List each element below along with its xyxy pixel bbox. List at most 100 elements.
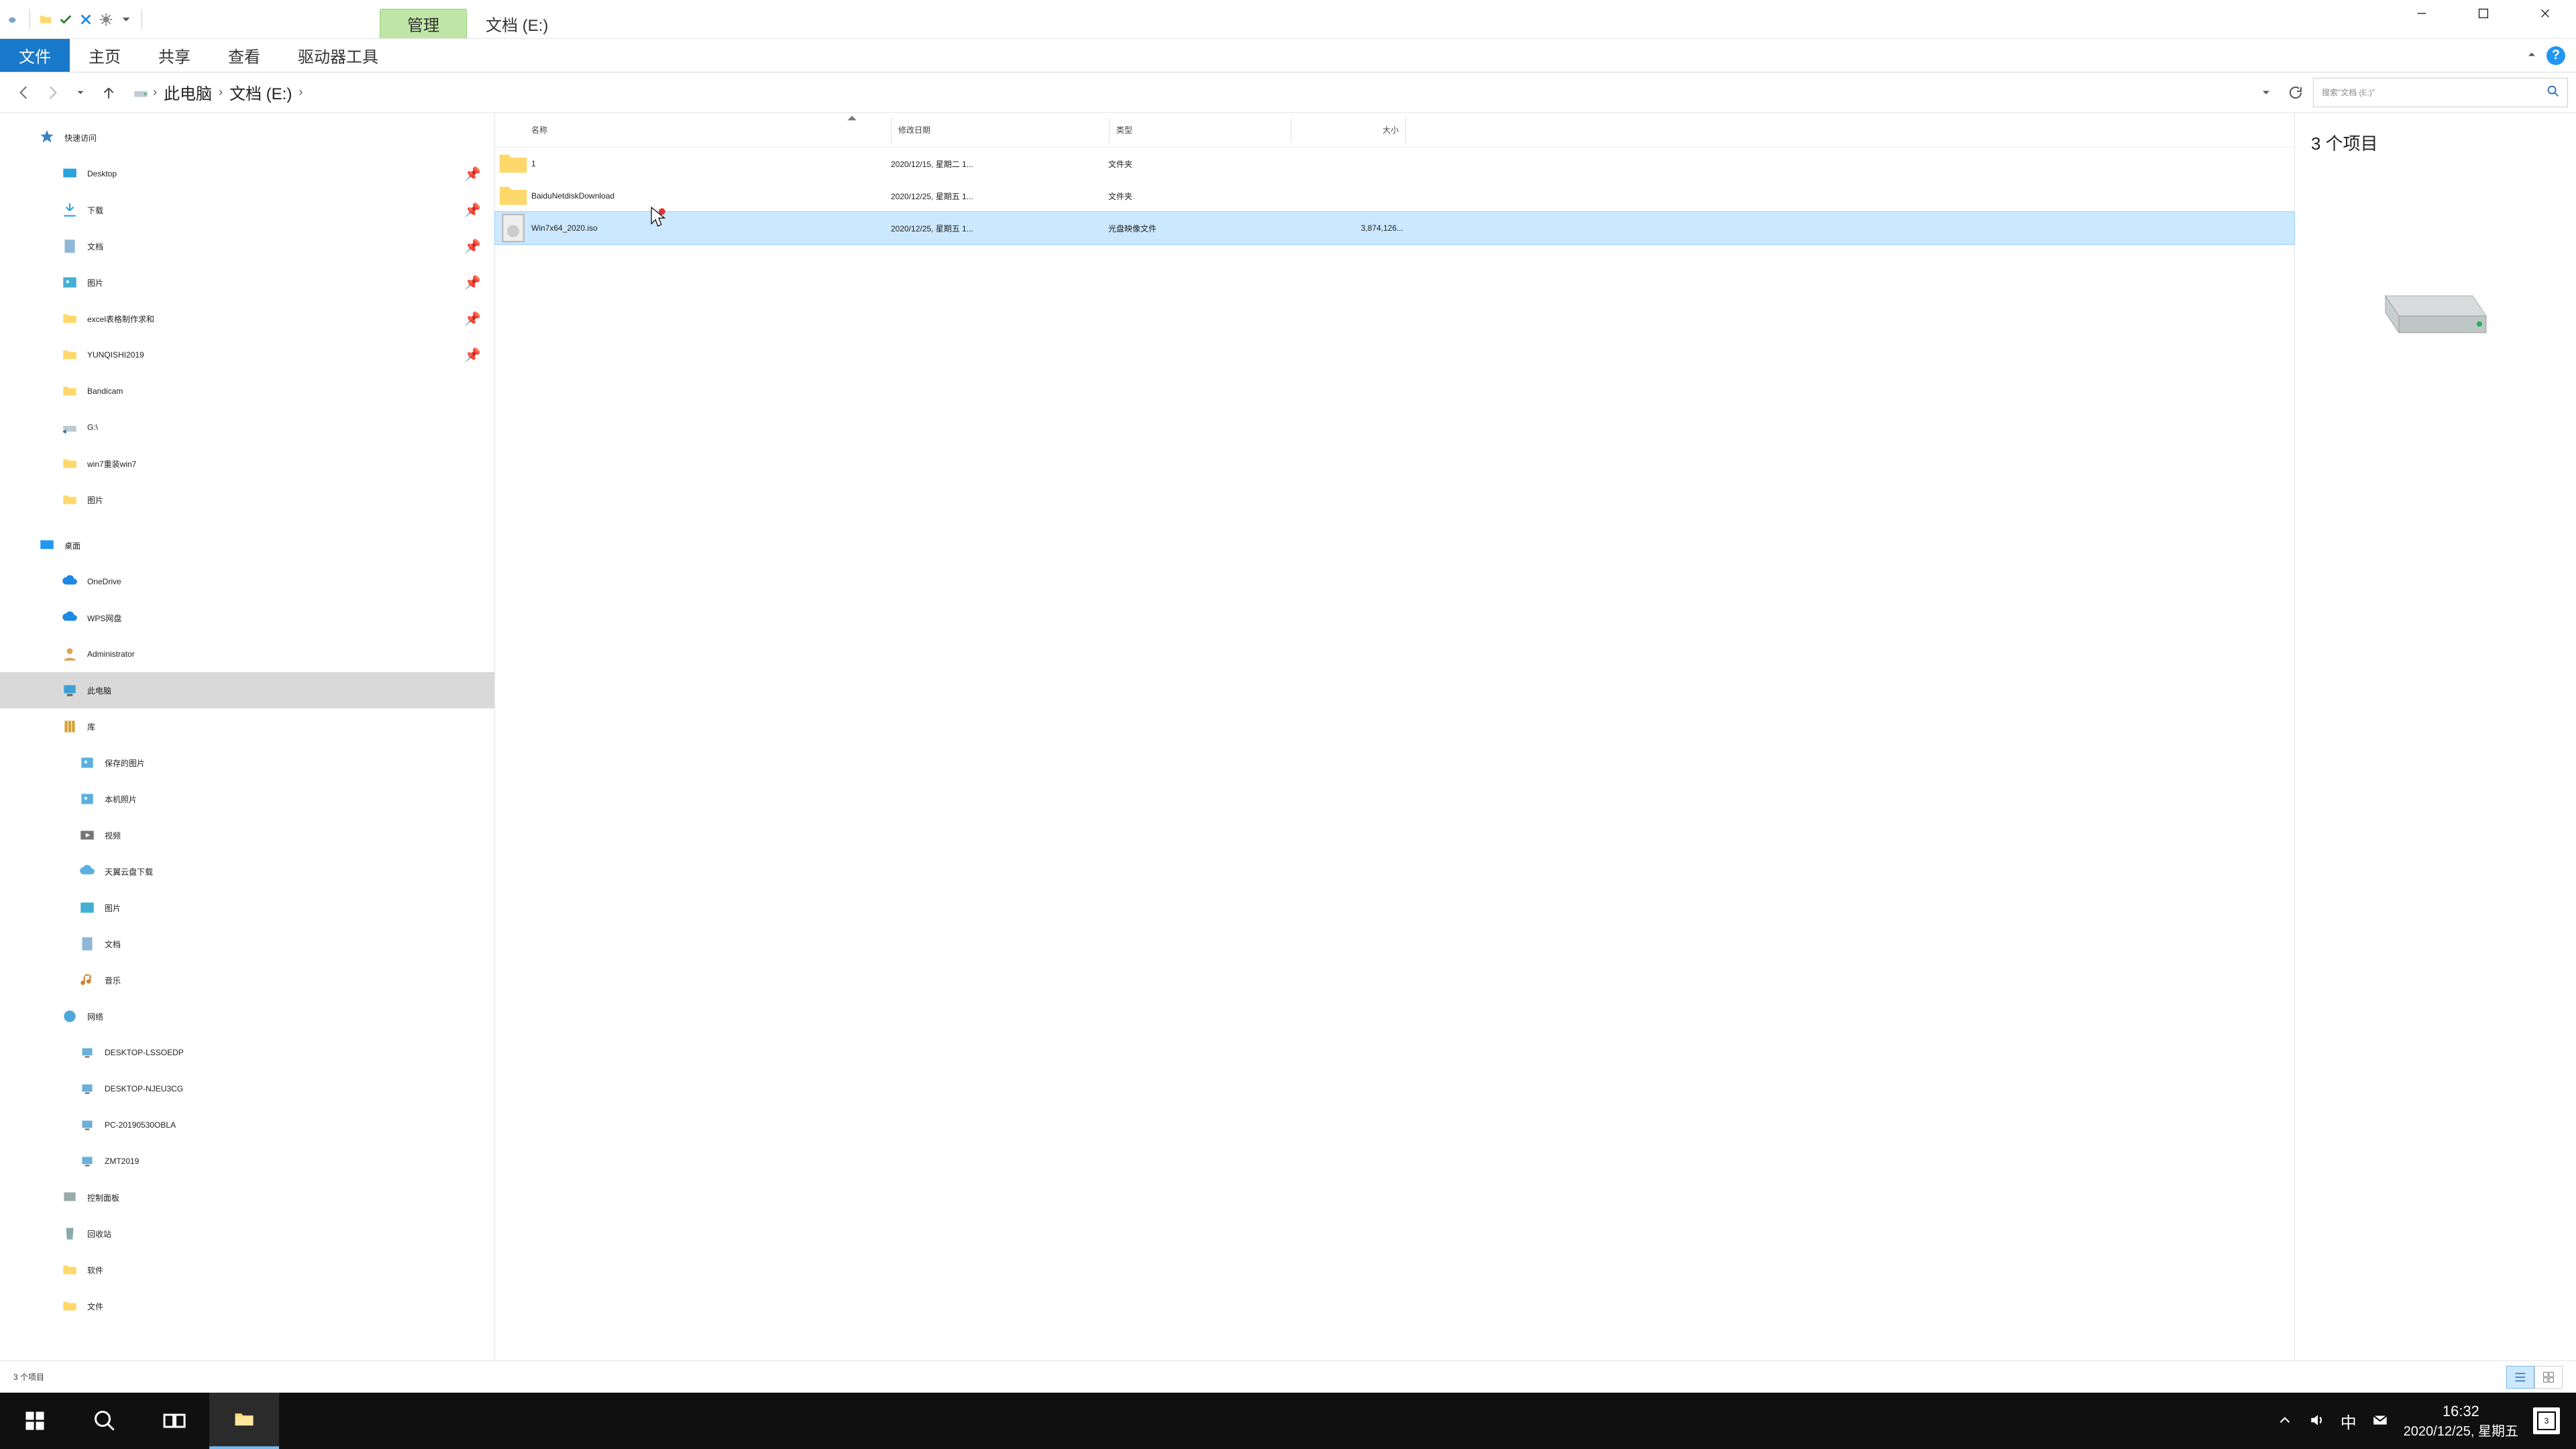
- help-icon[interactable]: ?: [2546, 46, 2565, 65]
- search-input[interactable]: 搜索"文档 (E:)": [2313, 78, 2568, 107]
- tray-chevron-up-icon[interactable]: [2276, 1411, 2294, 1431]
- close-button[interactable]: [2514, 0, 2576, 27]
- nav-qa-item[interactable]: Bandicam: [0, 373, 494, 409]
- nav-item-label: Desktop: [87, 169, 117, 178]
- nav-recycle-bin[interactable]: 回收站: [0, 1216, 494, 1252]
- nav-control-panel[interactable]: 控制面板: [0, 1179, 494, 1216]
- ribbon-tab-file[interactable]: 文件: [0, 39, 70, 72]
- taskbar-explorer[interactable]: [209, 1393, 279, 1449]
- column-header-size[interactable]: 大小: [1291, 124, 1405, 136]
- tray-volume-icon[interactable]: [2308, 1411, 2326, 1431]
- body: 快速访问 Desktop 📌 下载 📌 文档 📌 图片 📌 excel表格制作求…: [0, 113, 2576, 1360]
- crumb-sep-1[interactable]: ›: [219, 85, 223, 99]
- desktop-icon: [60, 164, 79, 183]
- pin-icon: 📌: [464, 347, 481, 364]
- nav-network-pc[interactable]: ZMT2019: [0, 1143, 494, 1179]
- nav-lib-item[interactable]: 图片: [0, 890, 494, 926]
- navigation-pane[interactable]: 快速访问 Desktop 📌 下载 📌 文档 📌 图片 📌 excel表格制作求…: [0, 113, 495, 1360]
- qa-check-icon[interactable]: [58, 12, 73, 27]
- iso-icon: [495, 210, 531, 246]
- crumb-drive-e[interactable]: 文档 (E:): [225, 80, 296, 104]
- breadcrumb-bar[interactable]: › 此电脑 › 文档 (E:) ›: [125, 78, 2250, 107]
- nav-qa-item[interactable]: YUNQISHI2019 📌: [0, 337, 494, 373]
- nav-network[interactable]: 网络: [0, 998, 494, 1034]
- nav-lib-item[interactable]: 视频: [0, 817, 494, 853]
- minimize-button[interactable]: [2391, 0, 2453, 27]
- task-view-button[interactable]: [140, 1393, 209, 1449]
- cloud-icon: [60, 572, 79, 591]
- taskbar-clock[interactable]: 16:32 2020/12/25, 星期五: [2404, 1403, 2518, 1440]
- nav-qa-item[interactable]: G:\: [0, 409, 494, 445]
- nav-lib-item[interactable]: 保存的图片: [0, 745, 494, 781]
- file-rows[interactable]: 1 2020/12/15, 星期二 1... 文件夹 BaiduNetdiskD…: [495, 148, 2294, 1360]
- search-button[interactable]: [70, 1393, 140, 1449]
- tray-mail-icon[interactable]: [2371, 1411, 2389, 1431]
- tray-ime[interactable]: 中: [2341, 1409, 2357, 1433]
- refresh-button[interactable]: [2284, 80, 2308, 105]
- column-header-date[interactable]: 修改日期: [892, 124, 1109, 136]
- nav-desk-item[interactable]: OneDrive: [0, 564, 494, 600]
- qa-dropdown-icon[interactable]: [119, 12, 133, 27]
- action-center-button[interactable]: 3: [2533, 1407, 2560, 1434]
- file-row[interactable]: Win7x64_2020.iso 2020/12/25, 星期五 1... 光盘…: [495, 212, 2294, 244]
- ribbon-tab-drive-tools[interactable]: 驱动器工具: [279, 39, 397, 72]
- maximize-button[interactable]: [2453, 0, 2514, 27]
- nav-item-label: 文档: [87, 241, 103, 252]
- ribbon-tab-view[interactable]: 查看: [209, 39, 279, 72]
- nav-lib-item[interactable]: 天翼云盘下载: [0, 853, 494, 890]
- search-icon[interactable]: [2546, 84, 2561, 101]
- pc-icon: [60, 681, 79, 700]
- crumb-this-pc[interactable]: 此电脑: [160, 80, 216, 104]
- nav-desk-item[interactable]: Administrator: [0, 636, 494, 672]
- nav-qa-item[interactable]: 图片: [0, 482, 494, 518]
- taskbar[interactable]: 中 16:32 2020/12/25, 星期五 3: [0, 1393, 2576, 1449]
- nav-lib-item[interactable]: 文档: [0, 926, 494, 962]
- nav-software[interactable]: 软件: [0, 1252, 494, 1288]
- crumb-sep-2[interactable]: ›: [299, 85, 303, 99]
- nav-control-panel-label: 控制面板: [87, 1192, 119, 1203]
- context-tab-manage[interactable]: 管理: [380, 9, 467, 38]
- nav-desk-item[interactable]: WPS网盘: [0, 600, 494, 636]
- crumb-sep-0[interactable]: ›: [153, 85, 157, 99]
- column-header-name[interactable]: 名称: [495, 124, 891, 136]
- picfile-icon: [78, 790, 97, 808]
- nav-lib-item[interactable]: 音乐: [0, 962, 494, 998]
- file-row[interactable]: 1 2020/12/15, 星期二 1... 文件夹: [495, 148, 2294, 180]
- nav-network-pc[interactable]: DESKTOP-LSSOEDP: [0, 1034, 494, 1071]
- explorer-window: 管理 文档 (E:) 文件 主页 共享 查看 驱动器工具 ? › 此电脑 ›: [0, 0, 2576, 1393]
- file-row[interactable]: BaiduNetdiskDownload 2020/12/25, 星期五 1..…: [495, 180, 2294, 212]
- nav-desktop-group[interactable]: 桌面: [0, 527, 494, 564]
- qa-close-icon[interactable]: [78, 12, 93, 27]
- ribbon-tab-share[interactable]: 共享: [140, 39, 209, 72]
- nav-qa-item[interactable]: 图片 📌: [0, 264, 494, 301]
- download-icon: [60, 201, 79, 219]
- view-thumbnails-button[interactable]: [2534, 1366, 2563, 1389]
- nav-qa-item[interactable]: excel表格制作求和 📌: [0, 301, 494, 337]
- ribbon-tab-home[interactable]: 主页: [70, 39, 140, 72]
- nav-qa-item[interactable]: Desktop 📌: [0, 156, 494, 192]
- nav-qa-item[interactable]: 文档 📌: [0, 228, 494, 264]
- file-type: 文件夹: [1108, 158, 1289, 170]
- qa-folder-icon[interactable]: [38, 12, 53, 27]
- nav-desk-item[interactable]: 此电脑: [0, 672, 494, 708]
- preview-pane: 3 个项目: [2294, 113, 2576, 1360]
- addr-dropdown-icon[interactable]: [2254, 80, 2278, 105]
- nav-desk-item[interactable]: 库: [0, 708, 494, 745]
- start-button[interactable]: [0, 1393, 70, 1449]
- nav-quick-access[interactable]: 快速访问: [0, 119, 494, 156]
- nav-item-label: Bandicam: [87, 386, 123, 396]
- up-button[interactable]: [97, 80, 121, 105]
- qa-gear-icon[interactable]: [99, 12, 113, 27]
- nav-network-pc[interactable]: PC-20190530OBLA: [0, 1107, 494, 1143]
- forward-button[interactable]: [40, 80, 64, 105]
- back-button[interactable]: [12, 80, 36, 105]
- nav-network-pc[interactable]: DESKTOP-NJEU3CG: [0, 1071, 494, 1107]
- nav-lib-item[interactable]: 本机照片: [0, 781, 494, 817]
- nav-qa-item[interactable]: win7重装win7: [0, 445, 494, 482]
- history-dropdown[interactable]: [68, 80, 93, 105]
- column-header-type[interactable]: 类型: [1110, 124, 1291, 136]
- nav-wenjian[interactable]: 文件: [0, 1288, 494, 1324]
- nav-qa-item[interactable]: 下载 📌: [0, 192, 494, 228]
- ribbon-collapse-icon[interactable]: [2525, 48, 2538, 63]
- view-details-button[interactable]: [2506, 1366, 2534, 1389]
